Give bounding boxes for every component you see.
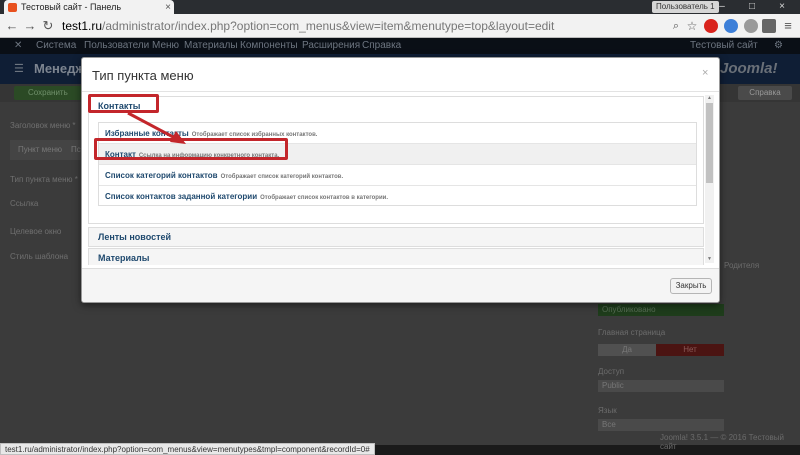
modal-header: Тип пункта меню ×: [82, 58, 719, 92]
topnav-item[interactable]: Меню: [152, 38, 179, 54]
scroll-thumb[interactable]: [706, 103, 713, 183]
admin-footer: Joomla! 3.5.1 — © 2016 Тестовый сайт: [660, 433, 784, 451]
list-item[interactable]: Список контактов заданной категории Отобр…: [99, 186, 696, 207]
menu-icon[interactable]: ≡: [780, 18, 796, 34]
close-button[interactable]: Закрыть: [670, 278, 712, 294]
item-name[interactable]: Список контактов заданной категории: [105, 192, 257, 201]
url-host: test1.ru: [62, 19, 103, 33]
topnav-item[interactable]: Система: [36, 38, 76, 54]
joomla-logo-icon[interactable]: ✕: [14, 38, 22, 54]
group-articles[interactable]: Материалы: [88, 248, 704, 265]
tab-label: Пункт меню: [18, 145, 63, 154]
window-close-icon[interactable]: ×: [770, 0, 794, 14]
back-arrow-icon[interactable]: ←: [4, 18, 20, 34]
close-icon[interactable]: ×: [702, 67, 708, 79]
minimize-icon[interactable]: –: [710, 0, 734, 14]
maximize-icon[interactable]: □: [740, 0, 764, 14]
modal-scrollbar[interactable]: ▲ ▼: [705, 95, 714, 263]
topnav-item[interactable]: Материалы: [184, 38, 238, 54]
parent-label: Родителя: [724, 261, 760, 270]
profile-badge[interactable]: Пользователь 1: [652, 1, 719, 13]
admin-title: Менедж: [34, 61, 85, 76]
group-newsfeeds[interactable]: Ленты новостей: [88, 227, 704, 247]
annotation-box-contacts: [88, 94, 159, 113]
menu-item-type-modal: Тип пункта меню × Контакты Избранные кон…: [81, 57, 720, 303]
site-link[interactable]: Тестовый сайт: [690, 38, 758, 54]
modal-body: Контакты Избранные контакты Отображает сп…: [88, 93, 714, 265]
extension-icon[interactable]: [724, 19, 738, 33]
form-label: Ссылка: [10, 199, 39, 208]
item-desc: Отображает список контактов в категории.: [260, 195, 389, 201]
scroll-down-icon[interactable]: ▼: [705, 255, 714, 263]
home-toggle[interactable]: Да Нет: [598, 344, 724, 356]
access-label: Доступ: [598, 367, 625, 376]
form-label: Стиль шаблона: [10, 252, 69, 261]
star-icon[interactable]: ☆: [684, 18, 700, 34]
form-label: Тип пункта меню *: [10, 175, 78, 184]
group-items-list: Избранные контакты Отображает список избр…: [98, 122, 697, 206]
settings-icon[interactable]: ⚙: [774, 38, 783, 54]
forward-arrow-icon[interactable]: →: [22, 18, 38, 34]
modal-footer: Закрыть: [82, 268, 719, 302]
topnav-item[interactable]: Расширения: [302, 38, 360, 54]
topnav-item[interactable]: Справка: [362, 38, 401, 54]
adblock-icon[interactable]: [704, 19, 718, 33]
group-label[interactable]: Ленты новостей: [98, 232, 171, 242]
tab-close-icon[interactable]: ×: [162, 2, 174, 13]
menu-list-icon: ☰: [14, 63, 24, 75]
reload-icon[interactable]: ↻: [40, 18, 56, 34]
toggle-no[interactable]: Нет: [656, 344, 724, 356]
modal-title: Тип пункта меню: [92, 68, 194, 83]
browser-toolbar: ← → ↻ test1.ru/administrator/index.php?o…: [0, 14, 800, 38]
group-contacts[interactable]: Контакты Избранные контакты Отображает сп…: [88, 96, 704, 224]
scroll-up-icon[interactable]: ▲: [705, 95, 714, 102]
language-label: Язык: [598, 406, 617, 415]
access-select[interactable]: Public: [598, 380, 724, 392]
status-select[interactable]: Опубликовано: [598, 304, 724, 316]
tab-label: Пс: [71, 145, 81, 154]
topnav-item[interactable]: Компоненты: [240, 38, 298, 54]
search-icon[interactable]: ⌕: [668, 18, 684, 34]
item-name[interactable]: Список категорий контактов: [105, 171, 218, 180]
speed-icon[interactable]: [744, 19, 758, 33]
language-select[interactable]: Все: [598, 419, 724, 431]
save-button[interactable]: Сохранить: [14, 86, 84, 100]
address-bar[interactable]: test1.ru/administrator/index.php?option=…: [62, 17, 662, 35]
help-button[interactable]: Справка: [738, 86, 792, 100]
form-label: Целевое окно: [10, 227, 62, 236]
tab-title: Тестовый сайт - Панель: [21, 2, 122, 12]
joomla-favicon-icon: [8, 2, 17, 12]
group-label[interactable]: Материалы: [98, 253, 149, 263]
joomla-logo: Joomla!: [720, 60, 778, 77]
home-label: Главная страница: [598, 328, 666, 337]
item-desc: Отображает список категорий контактов.: [220, 174, 344, 180]
browser-tab[interactable]: Тестовый сайт - Панель ×: [4, 0, 174, 14]
cube-icon[interactable]: [762, 19, 776, 33]
topnav-item[interactable]: Пользователи: [84, 38, 149, 54]
browser-titlebar: Тестовый сайт - Панель × Пользователь 1 …: [0, 0, 800, 14]
browser-status-bar: test1.ru/administrator/index.php?option=…: [0, 443, 375, 455]
form-label: Заголовок меню *: [10, 121, 76, 130]
item-name[interactable]: Избранные контакты: [105, 129, 189, 138]
url-path: /administrator/index.php?option=com_menu…: [102, 19, 555, 33]
admin-topnav: ✕ Система Пользователи Меню Материалы Ко…: [0, 38, 800, 54]
annotation-box-contact: [94, 138, 288, 160]
list-item[interactable]: Список категорий контактов Отображает спи…: [99, 165, 696, 186]
toggle-yes[interactable]: Да: [598, 344, 656, 356]
